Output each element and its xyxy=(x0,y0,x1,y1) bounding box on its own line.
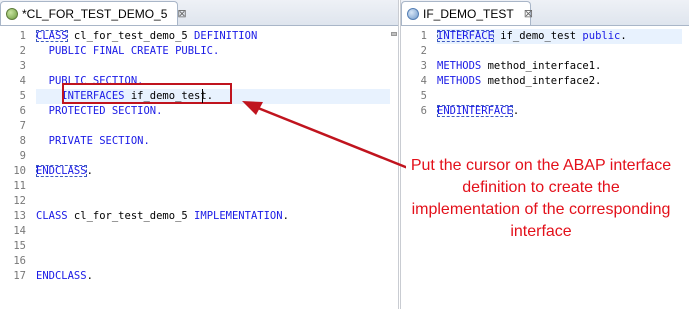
line-number: 14 xyxy=(13,225,26,237)
code-token: INTERFACES xyxy=(36,90,131,102)
code-line[interactable]: CLASS cl_for_test_demo_5 IMPLEMENTATION. xyxy=(36,209,390,224)
code-token: ENDCLASS xyxy=(36,165,87,177)
tab-label: *CL_FOR_TEST_DEMO_5 xyxy=(22,6,168,21)
line-number: 7 xyxy=(19,120,26,132)
code-line[interactable]: METHODS method_interface2. xyxy=(437,74,682,89)
line-number: 1 xyxy=(19,30,26,42)
tab-label: IF_DEMO_TEST xyxy=(423,6,514,21)
code-token: INTERFACE xyxy=(437,30,494,42)
line-number: 5 xyxy=(19,90,26,102)
code-area[interactable]: CLASS cl_for_test_demo_5 DEFINITION PUBL… xyxy=(36,26,390,309)
code-token: PUBLIC FINAL CREATE PUBLIC. xyxy=(36,45,220,57)
code-token: PRIVATE SECTION. xyxy=(36,135,150,147)
code-line[interactable]: PUBLIC SECTION. xyxy=(36,74,390,89)
code-token: . xyxy=(512,105,520,117)
code-line[interactable] xyxy=(36,194,390,209)
code-token: ENDINTERFACE xyxy=(437,105,513,117)
code-line[interactable]: PROTECTED SECTION. xyxy=(36,104,390,119)
line-number: 4 xyxy=(19,75,26,87)
line-number: 8 xyxy=(19,135,26,147)
text-cursor xyxy=(202,89,203,103)
code-line[interactable]: ENDINTERFACE. xyxy=(437,104,682,119)
code-token: ENDCLASS xyxy=(36,270,87,282)
code-token: . xyxy=(86,165,93,177)
code-line[interactable] xyxy=(36,224,390,239)
class-editor-pane: *CL_FOR_TEST_DEMO_5 ⊠ 1 2 3 4 5 6 7 8 9 10 11 12 13 1… xyxy=(0,0,399,309)
line-number: 17 xyxy=(13,270,26,282)
code-line[interactable]: ENDCLASS. xyxy=(36,269,390,284)
code-token: . xyxy=(620,30,627,42)
abap-class-icon xyxy=(6,7,18,20)
code-line[interactable]: INTERFACES if_demo_test. xyxy=(36,89,390,104)
close-tab-icon[interactable]: ⊠ xyxy=(524,7,533,20)
code-line[interactable]: INTERFACE if_demo_test public. xyxy=(437,29,682,44)
overview-ruler-marker[interactable] xyxy=(391,32,397,36)
annotation-text: Put the cursor on the ABAP interface def… xyxy=(406,155,676,243)
code-line[interactable]: CLASS cl_for_test_demo_5 DEFINITION xyxy=(36,29,390,44)
code-line[interactable] xyxy=(437,89,682,104)
code-token: if_demo_test xyxy=(493,30,583,42)
line-number: 10 xyxy=(13,165,26,177)
line-number: 9 xyxy=(19,150,26,162)
code-token: cl_for_test_demo_5 xyxy=(67,30,195,42)
line-number: 6 xyxy=(420,105,427,117)
line-number: 4 xyxy=(420,75,427,87)
line-number-ruler: 1 2 3 4 5 6 7 8 9 10 11 12 13 14 15 16 17 xyxy=(0,26,36,309)
code-token: PUBLIC SECTION. xyxy=(36,75,144,87)
code-line[interactable] xyxy=(36,254,390,269)
code-token: CLASS xyxy=(36,30,68,42)
code-token: IMPLEMENTATION xyxy=(194,210,283,222)
code-line[interactable]: PRIVATE SECTION. xyxy=(36,134,390,149)
code-line[interactable] xyxy=(36,59,390,74)
code-token: if_demo_test xyxy=(130,90,207,102)
code-line[interactable] xyxy=(36,239,390,254)
code-token: method_interface2. xyxy=(481,75,602,87)
line-number: 6 xyxy=(19,105,26,117)
code-token: cl_for_test_demo_5 xyxy=(67,210,195,222)
code-token: METHODS xyxy=(437,75,482,87)
line-number: 15 xyxy=(13,240,26,252)
code-line[interactable] xyxy=(36,179,390,194)
abap-interface-icon xyxy=(407,7,419,20)
line-number: 2 xyxy=(420,45,427,57)
code-token: DEFINITION xyxy=(194,30,258,42)
line-number: 3 xyxy=(19,60,26,72)
code-line[interactable] xyxy=(36,149,390,164)
line-number: 16 xyxy=(13,255,26,267)
code-token: . xyxy=(206,90,214,102)
class-source-editor[interactable]: 1 2 3 4 5 6 7 8 9 10 11 12 13 14 15 16 17 CLASS cl_for_t… xyxy=(0,26,398,309)
line-number: 2 xyxy=(19,45,26,57)
code-token: CLASS xyxy=(36,210,68,222)
code-token: METHODS xyxy=(437,60,482,72)
code-line[interactable]: ENDCLASS. xyxy=(36,164,390,179)
line-number: 13 xyxy=(13,210,26,222)
tab-if-demo-test[interactable]: IF_DEMO_TEST ⊠ xyxy=(401,1,533,25)
code-token: method_interface1. xyxy=(481,60,602,72)
code-token: PROTECTED SECTION. xyxy=(36,105,163,117)
code-token: public xyxy=(582,30,621,42)
close-tab-icon[interactable]: ⊠ xyxy=(177,7,186,20)
line-number: 3 xyxy=(420,60,427,72)
code-line[interactable]: PUBLIC FINAL CREATE PUBLIC. xyxy=(36,44,390,59)
line-number: 1 xyxy=(420,30,427,42)
code-line[interactable] xyxy=(437,44,682,59)
line-number: 11 xyxy=(13,180,26,192)
interface-editor-tabbar: IF_DEMO_TEST ⊠ xyxy=(401,0,689,26)
code-line[interactable]: METHODS method_interface1. xyxy=(437,59,682,74)
line-number: 12 xyxy=(13,195,26,207)
code-line[interactable] xyxy=(36,119,390,134)
tab-cl-for-test-demo-5[interactable]: *CL_FOR_TEST_DEMO_5 ⊠ xyxy=(0,1,187,25)
class-editor-tabbar: *CL_FOR_TEST_DEMO_5 ⊠ xyxy=(0,0,398,26)
code-token: . xyxy=(282,210,289,222)
code-token: . xyxy=(86,270,93,282)
line-number: 5 xyxy=(420,90,427,102)
